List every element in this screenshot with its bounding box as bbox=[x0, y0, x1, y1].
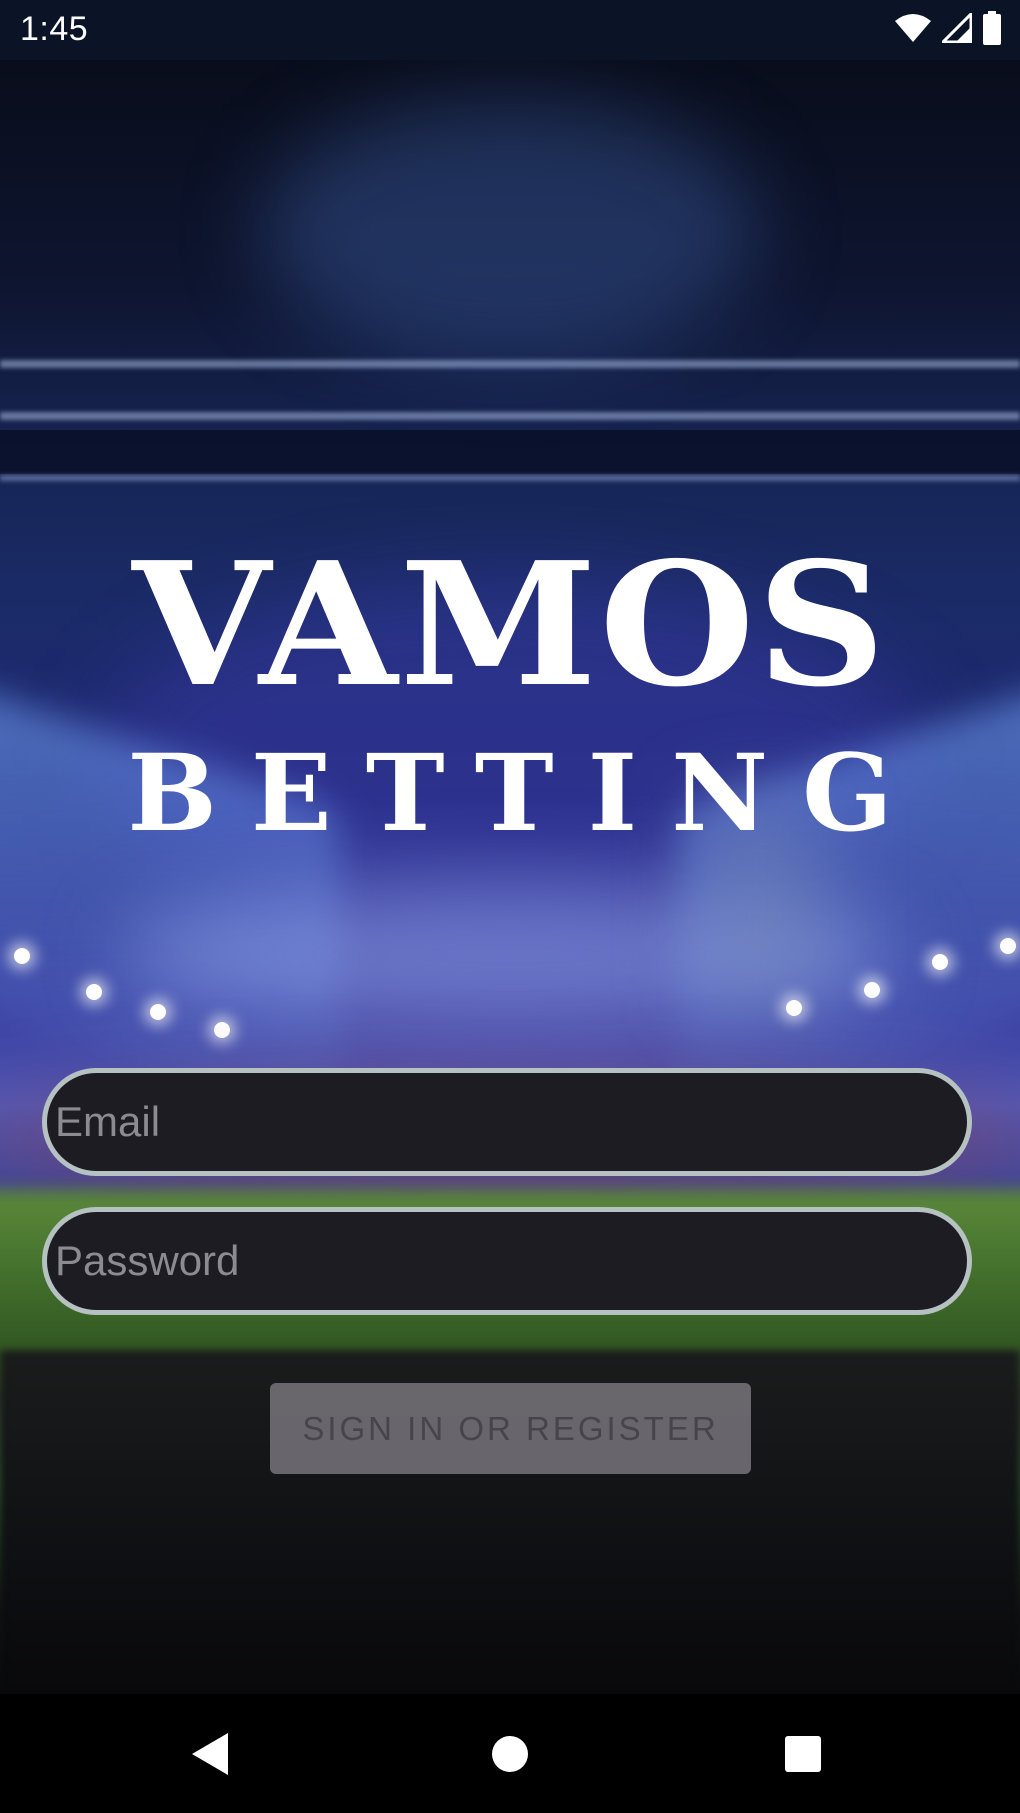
app-logo: VAMOS BETTING bbox=[0, 525, 1020, 855]
wifi-icon bbox=[894, 13, 932, 48]
home-icon bbox=[490, 1734, 530, 1779]
status-time: 1:45 bbox=[20, 10, 89, 48]
status-bar: 1:45 bbox=[0, 0, 1020, 60]
logo-subtitle: BETTING bbox=[127, 730, 927, 855]
navigation-bar bbox=[0, 1694, 1020, 1813]
sign-in-register-button[interactable]: SIGN IN OR REGISTER bbox=[270, 1383, 751, 1474]
login-screen: 1:45 VAMOS BETTING Email SIGN IN OR REGI… bbox=[0, 0, 1020, 1813]
password-field[interactable] bbox=[47, 1212, 967, 1310]
back-button[interactable] bbox=[170, 1716, 250, 1796]
recents-button[interactable] bbox=[763, 1716, 843, 1796]
recents-icon bbox=[784, 1735, 822, 1778]
logo-title: VAMOS bbox=[132, 525, 888, 725]
back-icon bbox=[188, 1730, 232, 1783]
signal-icon bbox=[939, 9, 973, 48]
battery-icon bbox=[982, 10, 1002, 50]
status-icons bbox=[894, 9, 1002, 50]
email-field[interactable] bbox=[47, 1073, 967, 1171]
email-field-container bbox=[42, 1068, 972, 1176]
home-button[interactable] bbox=[470, 1716, 550, 1796]
password-field-container bbox=[42, 1207, 972, 1315]
